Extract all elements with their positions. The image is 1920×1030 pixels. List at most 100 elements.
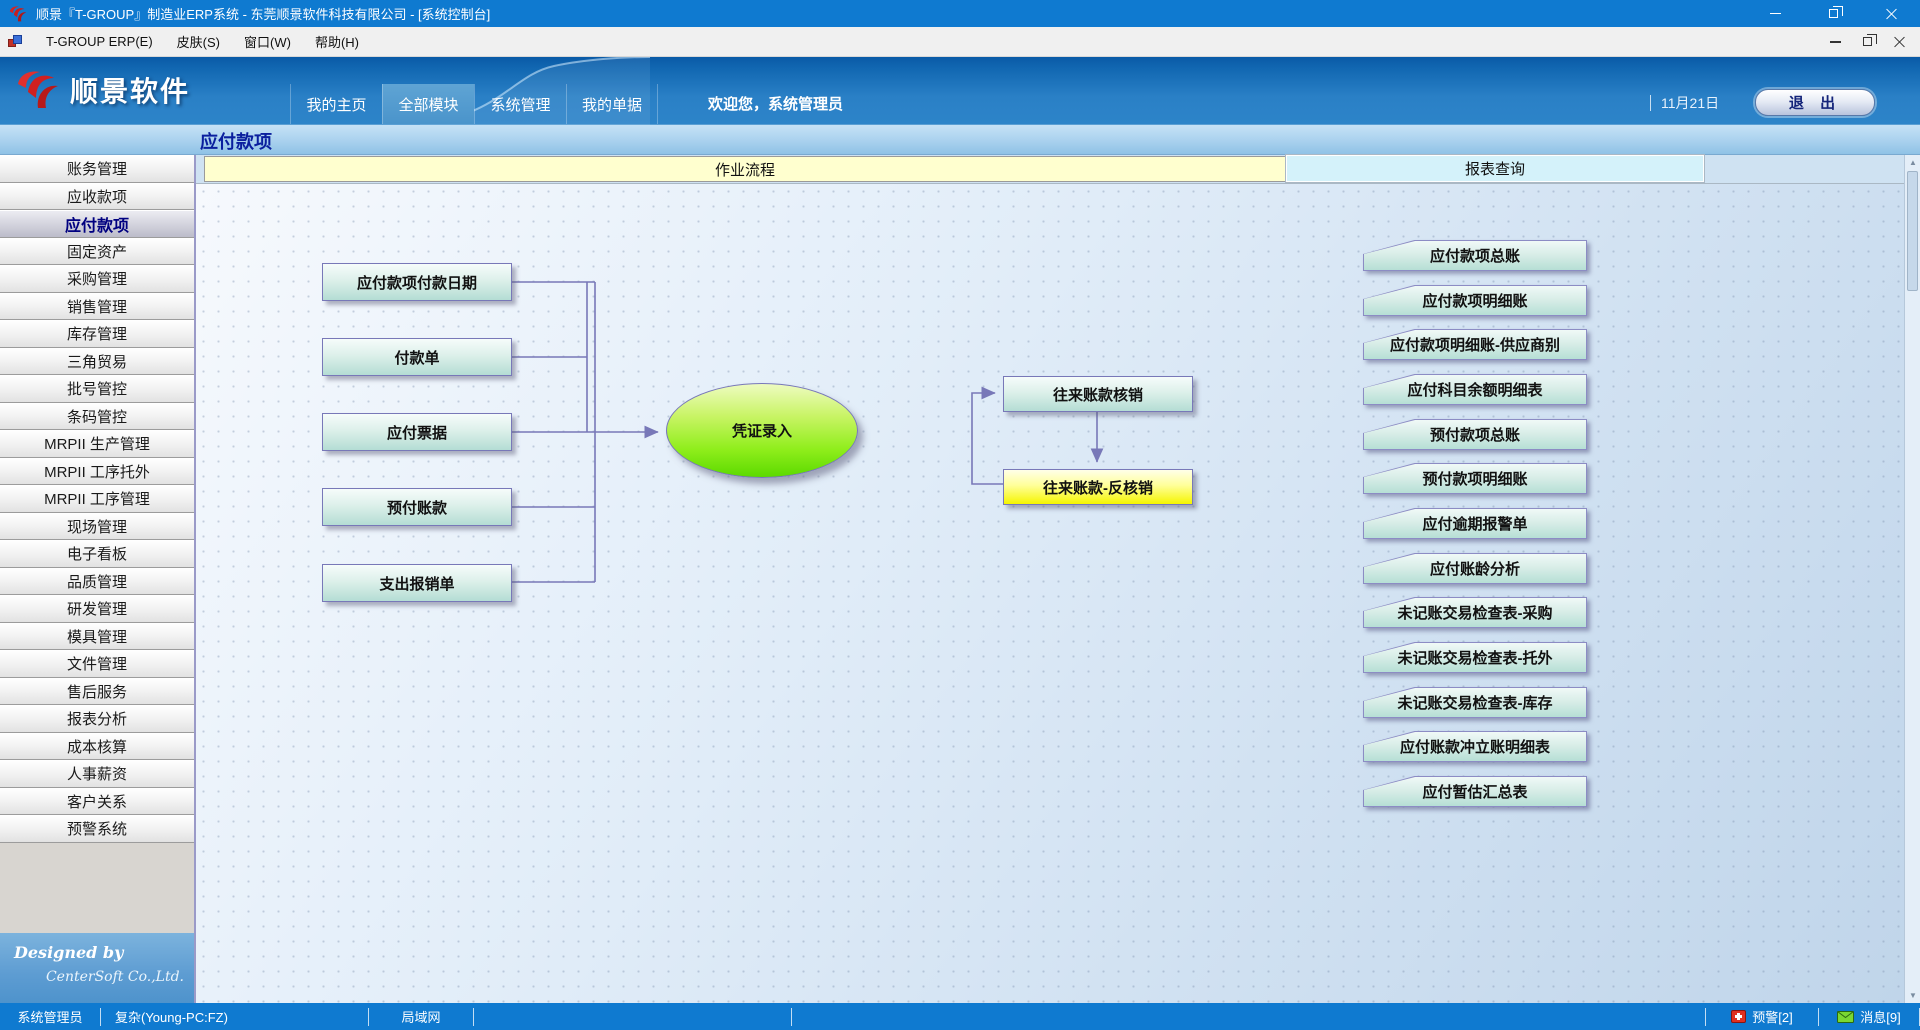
brand-logo: 顺景软件 [14,65,190,115]
window-titlebar: 顺景『T-GROUP』制造业ERP系统 - 东莞顺景软件科技有限公司 - [系统… [0,0,1920,27]
flow-box-payment-due-date[interactable]: 应付款项付款日期 [322,263,512,301]
app-logo-icon [8,5,28,23]
tab-all-modules[interactable]: 全部模块 [382,84,474,124]
scroll-down-icon[interactable]: ▼ [1909,991,1917,1000]
sidebar-item-3-selected[interactable]: 应付款项 [0,210,194,238]
sidebar-item-17[interactable]: 研发管理 [0,595,194,623]
flow-box-reverse-reconcile[interactable]: 往来账款-反核销 [1003,469,1193,505]
sidebar-item-9[interactable]: 批号管控 [0,375,194,403]
mdi-minimize-button[interactable] [1826,32,1844,52]
report-button-payable-detail-ledger[interactable]: 应付款项明细账 [1363,285,1587,316]
status-network: 局域网 [369,1003,473,1030]
date-separator [1650,95,1651,111]
tab-system-management[interactable]: 系统管理 [474,84,566,124]
menu-help[interactable]: 帮助(H) [303,27,371,56]
flow-box-payable-notes[interactable]: 应付票据 [322,413,512,451]
sidebar-item-5[interactable]: 采购管理 [0,265,194,293]
page-title: 应付款项 [200,128,272,154]
status-messages[interactable]: 消息[9] [1819,1003,1919,1030]
mdi-document-icon [8,35,24,49]
report-button-unposted-check-outsource[interactable]: 未记账交易检查表-托外 [1363,642,1587,673]
report-button-prepaid-detail-ledger[interactable]: 预付款项明细账 [1363,463,1587,494]
sidebar-item-18[interactable]: 模具管理 [0,623,194,651]
flow-box-payment-slip[interactable]: 付款单 [322,338,512,376]
scrollbar-thumb[interactable] [1907,171,1918,291]
flow-ellipse-voucher-entry[interactable]: 凭证录入 [666,383,858,478]
sidebar-item-11[interactable]: MRPII 生产管理 [0,430,194,458]
sidebar-item-13[interactable]: MRPII 工序管理 [0,485,194,513]
flow-box-expense-report[interactable]: 支出报销单 [322,564,512,602]
menu-tgroup-erp[interactable]: T-GROUP ERP(E) [34,27,165,56]
alert-medkit-icon [1731,1010,1746,1023]
mdi-restore-button[interactable] [1858,32,1876,52]
report-button-estimate-summary[interactable]: 应付暂估汇总表 [1363,776,1587,807]
vertical-scrollbar[interactable]: ▲ ▼ [1904,155,1920,1003]
sidebar-item-12[interactable]: MRPII 工序托外 [0,458,194,486]
report-button-overdue-alert[interactable]: 应付逾期报警单 [1363,508,1587,539]
module-sidebar: 账务管理 应收款项 应付款项 固定资产 采购管理 销售管理 库存管理 三角贸易 … [0,155,196,1003]
content-tabrow: 作业流程 报表查询 [196,155,1920,183]
mdi-close-button[interactable] [1890,32,1908,52]
status-machine: 复杂(Young-PC:FZ) [101,1003,368,1030]
report-button-unposted-check-inventory[interactable]: 未记账交易检查表-库存 [1363,687,1587,718]
exit-button[interactable]: 退 出 [1755,89,1875,116]
sidebar-item-14[interactable]: 现场管理 [0,513,194,541]
company-credit-text: CenterSoft Co.,Ltd. [46,969,184,985]
report-button-prepaid-general-ledger[interactable]: 预付款项总账 [1363,419,1587,450]
flow-box-reconcile[interactable]: 往来账款核销 [1003,376,1193,412]
sidebar-footer: Designed by CenterSoft Co.,Ltd. [0,933,194,1003]
report-button-offset-posting-detail[interactable]: 应付账款冲立账明细表 [1363,731,1587,762]
report-button-aging-analysis[interactable]: 应付账龄分析 [1363,553,1587,584]
sidebar-item-8[interactable]: 三角贸易 [0,348,194,376]
messages-label: 消息[9] [1860,1007,1900,1026]
tab-report-query[interactable]: 报表查询 [1286,155,1704,182]
flow-box-prepayment[interactable]: 预付账款 [322,488,512,526]
main-header: 顺景软件 我的主页 全部模块 系统管理 我的单据 欢迎您，系统管理员 11月21… [0,57,1920,125]
sidebar-item-22[interactable]: 成本核算 [0,733,194,761]
sidebar-item-10[interactable]: 条码管控 [0,403,194,431]
sidebar-item-4[interactable]: 固定资产 [0,238,194,266]
tab-my-homepage[interactable]: 我的主页 [290,84,382,124]
welcome-message: 欢迎您，系统管理员 [708,93,843,114]
scroll-up-icon[interactable]: ▲ [1909,158,1917,167]
menu-skin[interactable]: 皮肤(S) [165,27,232,56]
sidebar-item-15[interactable]: 电子看板 [0,540,194,568]
minimize-button[interactable] [1746,0,1804,27]
message-envelope-icon [1837,1011,1854,1023]
report-button-payable-account-balance-detail[interactable]: 应付科目余额明细表 [1363,374,1587,405]
close-button[interactable] [1862,0,1920,27]
alerts-label: 预警[2] [1752,1007,1792,1026]
sidebar-item-7[interactable]: 库存管理 [0,320,194,348]
sidebar-item-20[interactable]: 售后服务 [0,678,194,706]
module-title-bar: 应付款项 [0,125,1920,155]
statusbar: 系统管理员 复杂(Young-PC:FZ) 局域网 预警[2] 消息[9] [0,1003,1920,1030]
menu-window[interactable]: 窗口(W) [232,27,303,56]
brand-name: 顺景软件 [70,70,190,110]
sidebar-item-19[interactable]: 文件管理 [0,650,194,678]
status-alerts[interactable]: 预警[2] [1706,1003,1818,1030]
header-date: 11月21日 [1650,93,1719,113]
designed-by-text: Designed by [14,943,123,962]
report-button-payable-general-ledger[interactable]: 应付款项总账 [1363,240,1587,271]
menubar: T-GROUP ERP(E) 皮肤(S) 窗口(W) 帮助(H) [0,27,1920,57]
sidebar-item-2[interactable]: 应收款项 [0,183,194,211]
header-nav-tabs: 我的主页 全部模块 系统管理 我的单据 [290,84,658,124]
main-content: 作业流程 报表查询 应付款项付款日期 付款单 [196,155,1920,1003]
sidebar-item-24[interactable]: 客户关系 [0,788,194,816]
report-button-payable-detail-by-supplier[interactable]: 应付款项明细账-供应商别 [1363,329,1587,360]
date-text: 11月21日 [1661,93,1719,113]
window-title: 顺景『T-GROUP』制造业ERP系统 - 东莞顺景软件科技有限公司 - [系统… [36,4,490,23]
restore-button[interactable] [1804,0,1862,27]
tab-workflow[interactable]: 作业流程 [204,156,1286,182]
report-button-unposted-check-purchase[interactable]: 未记账交易检查表-采购 [1363,597,1587,628]
sidebar-item-16[interactable]: 品质管理 [0,568,194,596]
sidebar-item-21[interactable]: 报表分析 [0,705,194,733]
sidebar-item-25[interactable]: 预警系统 [0,815,194,843]
status-user: 系统管理员 [0,1003,100,1030]
brand-swoosh-icon [14,65,62,115]
workflow-canvas: 应付款项付款日期 付款单 应付票据 预付账款 支出报销单 凭证录入 往来账款核销… [196,183,1904,1003]
sidebar-item-1[interactable]: 账务管理 [0,155,194,183]
tab-my-documents[interactable]: 我的单据 [566,84,658,124]
sidebar-item-23[interactable]: 人事薪资 [0,760,194,788]
sidebar-item-6[interactable]: 销售管理 [0,293,194,321]
